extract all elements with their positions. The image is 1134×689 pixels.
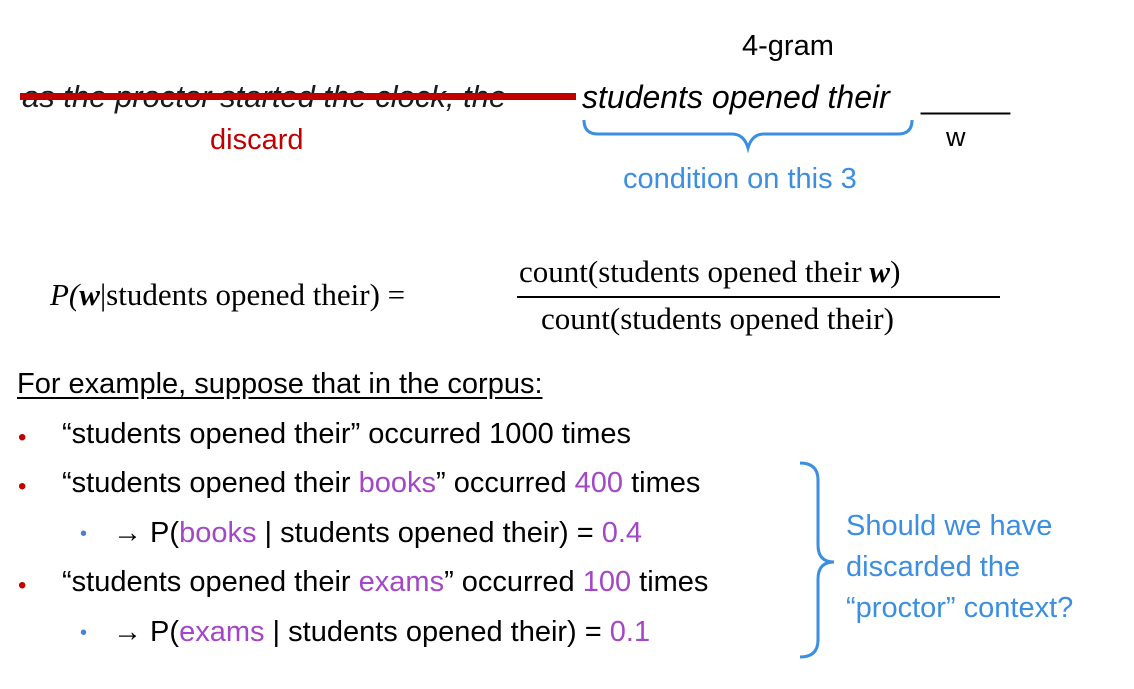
- word-books: books: [358, 467, 437, 499]
- example-line-2: “students opened their books” occurred 4…: [62, 467, 700, 500]
- numerator-text: count(students opened their: [519, 254, 870, 289]
- line2-post: times: [623, 467, 701, 499]
- formula-numerator: count(students opened their w): [519, 254, 900, 290]
- bullet-2: •: [18, 473, 27, 500]
- condition-label: condition on this 3: [623, 163, 857, 195]
- formula-lhs: P(w|students opened their) =: [50, 277, 405, 313]
- fraction-bar: [517, 296, 1000, 298]
- line4-mid: ” occurred: [444, 566, 583, 598]
- bullet-1: •: [18, 424, 27, 451]
- example-line-4: “students opened their exams” occurred 1…: [62, 566, 708, 599]
- numerator-var-w: w: [869, 254, 891, 289]
- line5-mid: | students opened their) =: [264, 616, 610, 648]
- example-line-5: → P(exams | students opened their) = 0.1: [113, 616, 650, 649]
- line3-pre: → P(: [113, 517, 180, 549]
- numerator-close: ): [890, 254, 901, 289]
- count-100: 100: [582, 566, 632, 598]
- formula-var-w: w: [79, 277, 100, 312]
- line2-mid: ” occurred: [436, 467, 575, 499]
- sub-bullet-1: •: [80, 523, 88, 545]
- side-question: Should we have discarded the “proctor” c…: [846, 510, 1074, 624]
- count-400: 400: [574, 467, 624, 499]
- line2-pre: “students opened their: [62, 467, 359, 499]
- example-line-3: → P(books | students opened their) = 0.4: [113, 517, 642, 550]
- word-exams: exams: [358, 566, 445, 598]
- prob-books-word: books: [179, 517, 257, 549]
- prob-exams-value: 0.1: [609, 616, 651, 648]
- condition-underbrace: [582, 119, 914, 154]
- line4-post: times: [631, 566, 709, 598]
- sub-bullet-2: •: [80, 622, 88, 644]
- formula-given: |students opened their) =: [99, 277, 406, 312]
- line5-pre: → P(: [113, 616, 180, 648]
- prob-exams-word: exams: [179, 616, 265, 648]
- formula-prefix: P(: [50, 277, 80, 312]
- prob-books-value: 0.4: [601, 517, 643, 549]
- line3-mid: | students opened their) =: [256, 517, 602, 549]
- formula-denominator: count(students opened their): [541, 301, 894, 336]
- context-right-brace: [799, 461, 835, 659]
- example-line-1: “students opened their” occurred 1000 ti…: [62, 418, 632, 450]
- bullet-3: •: [18, 572, 27, 599]
- line4-pre: “students opened their: [62, 566, 359, 598]
- example-header: For example, suppose that in the corpus:: [17, 368, 543, 400]
